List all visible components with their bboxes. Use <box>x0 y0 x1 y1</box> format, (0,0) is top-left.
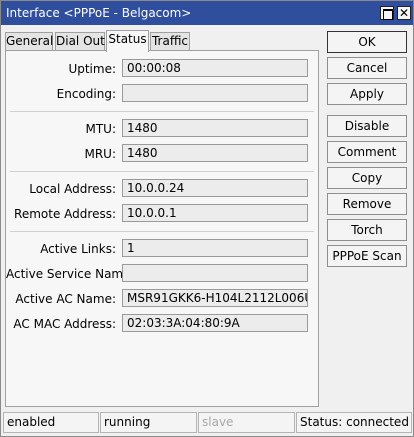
active-service-name-label: Active Service Name: <box>6 267 135 281</box>
ac-mac-address-field: 02:03:3A:04:80:9A <box>122 314 308 332</box>
ac-mac-address-label: AC MAC Address: <box>13 317 116 331</box>
uptime-label: Uptime: <box>68 62 116 76</box>
separator <box>10 231 314 232</box>
title-bar[interactable]: Interface <PPPoE - Belgacom> ✕ <box>1 1 413 25</box>
interface-window: Interface <PPPoE - Belgacom> ✕ General D… <box>0 0 414 437</box>
local-address-label: Local Address: <box>29 182 116 196</box>
status-connection: Status: connected <box>296 412 412 433</box>
active-ac-name-label: Active AC Name: <box>15 292 116 306</box>
ok-button[interactable]: OK <box>327 31 407 53</box>
remote-address-field: 10.0.0.1 <box>122 204 308 222</box>
mtu-label: MTU: <box>85 122 116 136</box>
close-icon[interactable]: ✕ <box>397 6 411 20</box>
copy-button[interactable]: Copy <box>327 167 407 189</box>
active-ac-name-field: MSR91GKK6-H104L2112L006U <box>122 289 308 307</box>
status-panel: Uptime: 00:00:08 Encoding: MTU: 1480 MRU… <box>5 50 319 407</box>
torch-button[interactable]: Torch <box>327 219 407 241</box>
mru-field: 1480 <box>122 144 308 162</box>
encoding-label: Encoding: <box>56 87 116 101</box>
separator <box>10 171 314 172</box>
tab-traffic[interactable]: Traffic <box>150 32 190 51</box>
tab-dial-out[interactable]: Dial Out <box>55 32 105 51</box>
remote-address-label: Remote Address: <box>14 207 116 221</box>
mtu-field: 1480 <box>122 119 308 137</box>
uptime-field: 00:00:08 <box>122 59 308 77</box>
active-service-name-field <box>122 264 308 282</box>
separator <box>10 111 314 112</box>
tab-status[interactable]: Status <box>106 30 149 52</box>
encoding-field <box>122 84 308 102</box>
status-running: running <box>100 412 197 433</box>
pppoe-scan-button[interactable]: PPPoE Scan <box>327 245 407 267</box>
disable-button[interactable]: Disable <box>327 115 407 137</box>
remove-button[interactable]: Remove <box>327 193 407 215</box>
status-enabled: enabled <box>3 412 99 433</box>
mru-label: MRU: <box>84 147 116 161</box>
window-title: Interface <PPPoE - Belgacom> <box>6 6 192 20</box>
active-links-field: 1 <box>122 239 308 257</box>
status-bar: enabled running slave Status: connected <box>3 412 413 434</box>
apply-button[interactable]: Apply <box>327 83 407 105</box>
maximize-icon[interactable] <box>380 6 394 20</box>
cancel-button[interactable]: Cancel <box>327 57 407 79</box>
tab-general[interactable]: General <box>5 32 53 51</box>
local-address-field: 10.0.0.24 <box>122 179 308 197</box>
active-links-label: Active Links: <box>40 242 116 256</box>
comment-button[interactable]: Comment <box>327 141 407 163</box>
status-slave: slave <box>198 412 295 433</box>
